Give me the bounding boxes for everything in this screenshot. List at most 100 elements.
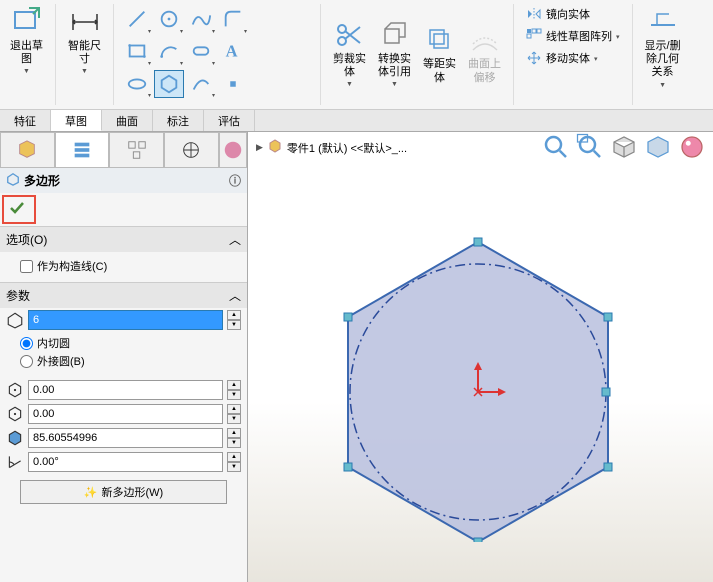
circle-tool[interactable]: ▾ — [154, 4, 184, 34]
ok-button[interactable] — [8, 208, 26, 220]
new-polygon-button[interactable]: ✨ 新多边形(W) — [20, 480, 227, 504]
ellipse-tool[interactable]: ▾ — [122, 70, 152, 98]
document-title: 零件1 (默认) <<默认>_... — [287, 140, 407, 156]
construction-line-checkbox[interactable]: 作为构造线(C) — [20, 258, 239, 274]
offset-button[interactable]: 等距实 体 — [417, 20, 462, 88]
display-style-icon[interactable] — [643, 134, 673, 160]
display-tab[interactable] — [219, 132, 247, 168]
configuration-tab[interactable] — [109, 132, 164, 168]
params-label: 参数 — [6, 287, 30, 304]
center-x-icon — [6, 381, 24, 399]
ribbon-toolbar: 退出草 图 ▼ 智能尺 寸 ▼ ▾ ▾ ▾ ▾ ▾ ▾ ▾ A — [0, 0, 713, 110]
tab-sketch[interactable]: 草图 — [51, 110, 102, 131]
surface-offset-icon — [469, 24, 501, 56]
feature-manager-tab[interactable] — [0, 132, 55, 168]
mirror-button[interactable]: 镜向实体 — [522, 4, 624, 24]
dropdown-arrow-icon: ▾ — [616, 33, 620, 41]
cy-spinner[interactable]: ▲▼ — [227, 404, 241, 424]
tab-feature[interactable]: 特征 — [0, 110, 51, 131]
offset-icon — [424, 24, 456, 56]
rectangle-tool[interactable]: ▾ — [122, 36, 152, 66]
tab-annotate[interactable]: 标注 — [153, 110, 204, 131]
dropdown-arrow-icon: ▼ — [81, 68, 88, 76]
relations-icon — [647, 6, 679, 38]
mirror-icon — [526, 6, 542, 22]
property-manager-panel: 多边形 ⓘ 选项(O) ︿ 作为构造线(C) 参数 ︿ ▲▼ — [0, 132, 248, 582]
move-button[interactable]: 移动实体 ▾ — [522, 48, 624, 68]
dropdown-arrow-icon: ▼ — [346, 81, 353, 89]
dropdown-arrow-icon: ▾ — [594, 55, 598, 63]
diameter-input[interactable] — [28, 428, 223, 448]
move-label: 移动实体 — [546, 50, 590, 66]
collapse-icon: ︿ — [229, 287, 241, 304]
options-label: 选项(O) — [6, 231, 47, 248]
tab-surface[interactable]: 曲面 — [102, 110, 153, 131]
surface-offset-label: 曲面上 偏移 — [468, 58, 501, 84]
smart-dimension-label: 智能尺 寸 — [68, 40, 101, 66]
center-x-input[interactable] — [28, 380, 223, 400]
panel-header: 多边形 ⓘ — [0, 168, 247, 193]
params-section-header[interactable]: 参数 ︿ — [0, 282, 247, 308]
circumscribed-radio-input[interactable] — [20, 355, 33, 368]
convert-button[interactable]: 转换实 体引用 ▼ — [372, 15, 417, 94]
zoom-fit-icon[interactable] — [541, 134, 571, 160]
graphics-area[interactable]: ▶ 零件1 (默认) <<默认>_... — [248, 132, 713, 582]
fillet-tool[interactable]: ▾ — [218, 4, 248, 34]
text-tool[interactable]: A — [218, 36, 248, 66]
dia-spinner[interactable]: ▲▼ — [227, 428, 241, 448]
exit-sketch-icon — [11, 6, 43, 38]
construction-checkbox-input[interactable] — [20, 260, 33, 273]
sparkle-icon: ✨ — [84, 486, 98, 499]
convert-label: 转换实 体引用 — [378, 53, 411, 79]
dropdown-arrow-icon: ▼ — [659, 82, 666, 90]
spline-tool[interactable]: ▾ — [186, 4, 216, 34]
angle-icon — [6, 453, 24, 471]
tab-evaluate[interactable]: 评估 — [204, 110, 255, 131]
center-y-input[interactable] — [28, 404, 223, 424]
options-section-header[interactable]: 选项(O) ︿ — [0, 226, 247, 252]
show-delete-relations-button[interactable]: 显示/删 除几何 关系 ▼ — [639, 2, 687, 94]
svg-text:A: A — [226, 42, 238, 61]
appearance-icon[interactable] — [677, 134, 707, 160]
polygon-tool[interactable] — [154, 70, 184, 98]
surface-offset-button: 曲面上 偏移 — [462, 20, 507, 88]
angle-input[interactable] — [28, 452, 223, 472]
line-tool[interactable]: ▾ — [122, 4, 152, 34]
polygon-header-icon — [6, 172, 20, 189]
circumscribed-label: 外接圆(B) — [37, 353, 85, 369]
sides-spinner[interactable]: ▲▼ — [227, 310, 241, 330]
diameter-icon — [6, 429, 24, 447]
trim-button[interactable]: 剪裁实 体 ▼ — [327, 15, 372, 94]
dimxpert-tab[interactable] — [164, 132, 219, 168]
circumscribed-radio[interactable]: 外接圆(B) — [20, 352, 239, 370]
smart-dimension-button[interactable]: 智能尺 寸 ▼ — [62, 2, 107, 81]
angle-spinner[interactable]: ▲▼ — [227, 452, 241, 472]
point-tool[interactable] — [218, 70, 248, 98]
zoom-area-icon[interactable] — [575, 134, 605, 160]
part-icon — [267, 138, 283, 157]
inscribed-radio[interactable]: 内切圆 — [20, 334, 239, 352]
inscribed-radio-input[interactable] — [20, 337, 33, 350]
exit-sketch-label: 退出草 图 — [10, 40, 43, 66]
collapse-icon: ︿ — [229, 231, 241, 248]
pattern-icon — [526, 28, 542, 44]
help-icon[interactable]: ⓘ — [229, 172, 241, 189]
tree-expand-icon[interactable]: ▶ — [256, 142, 263, 153]
slot-tool[interactable]: ▾ — [186, 36, 216, 66]
center-y-icon — [6, 405, 24, 423]
sketch-hexagon[interactable] — [298, 202, 658, 542]
arc-tool[interactable]: ▾ — [154, 36, 184, 66]
sides-icon — [6, 311, 24, 329]
linear-pattern-button[interactable]: 线性草图阵列 ▾ — [522, 26, 624, 46]
confirm-highlight — [2, 195, 36, 224]
inscribed-label: 内切圆 — [37, 335, 70, 351]
mirror-label: 镜向实体 — [546, 6, 590, 22]
cx-spinner[interactable]: ▲▼ — [227, 380, 241, 400]
property-manager-tab[interactable] — [55, 132, 110, 168]
exit-sketch-button[interactable]: 退出草 图 ▼ — [4, 2, 49, 81]
dropdown-arrow-icon: ▼ — [23, 68, 30, 76]
trim-label: 剪裁实 体 — [333, 53, 366, 79]
sides-input[interactable] — [28, 310, 223, 330]
view-orientation-icon[interactable] — [609, 134, 639, 160]
curve-tool[interactable]: ▾ — [186, 70, 216, 98]
